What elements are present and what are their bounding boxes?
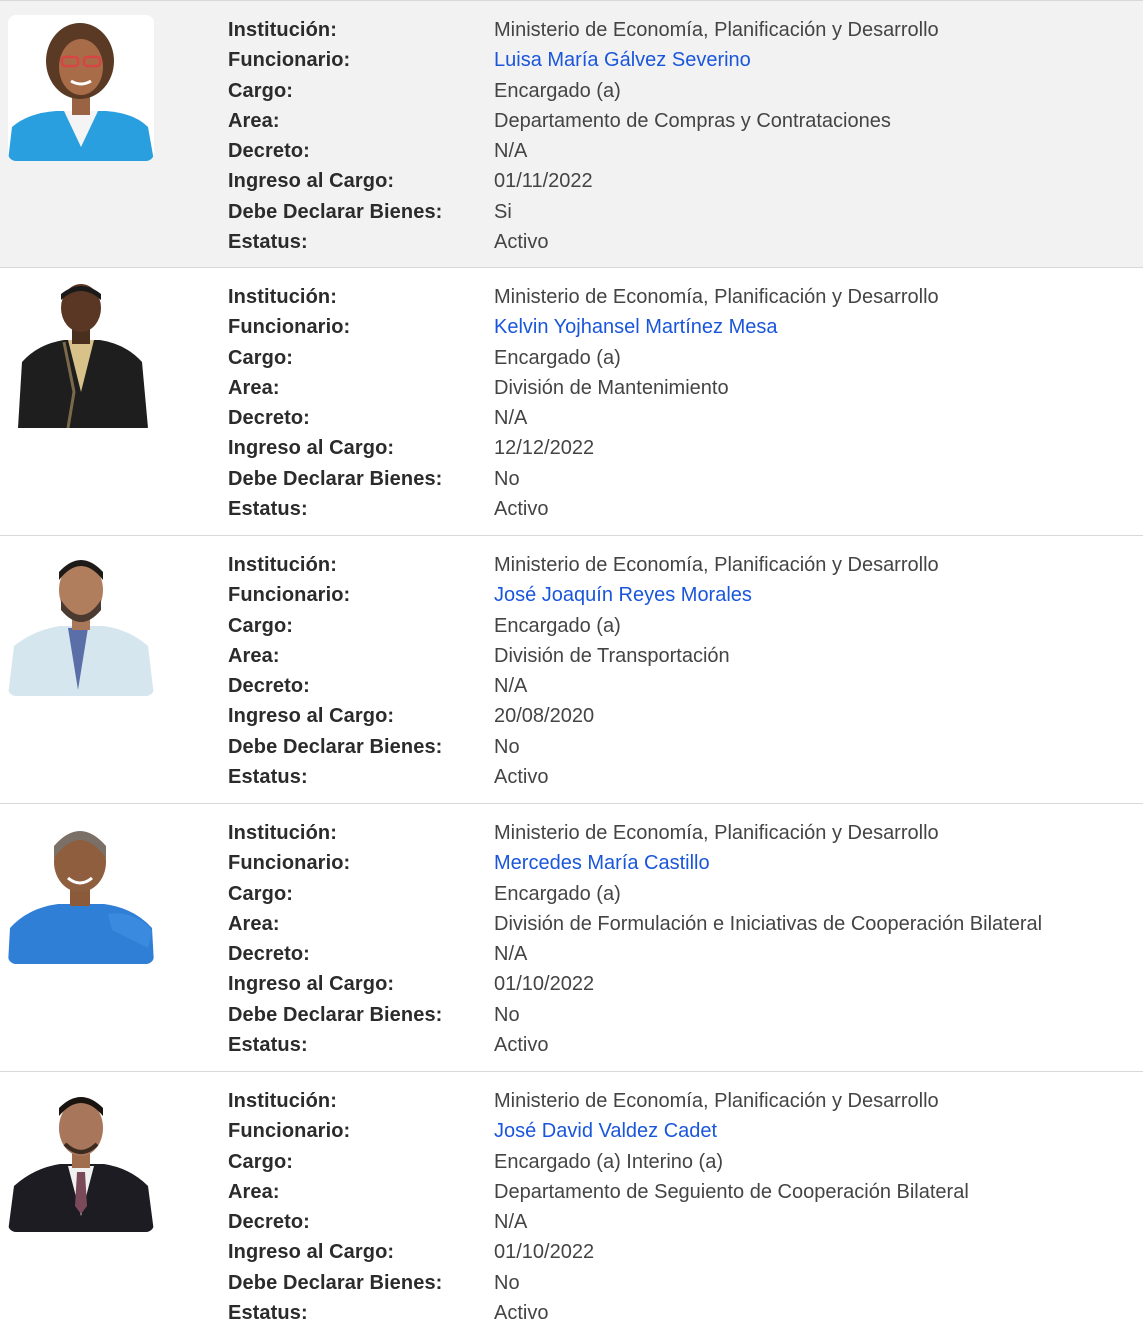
funcionario-link[interactable]: Luisa María Gálvez Severino: [494, 45, 751, 75]
declarar-value: Si: [494, 200, 512, 223]
funcionario-label: Funcionario:: [228, 852, 351, 875]
declarar-label: Debe Declarar Bienes:: [228, 1003, 443, 1026]
ingreso-label: Ingreso al Cargo:: [228, 973, 395, 996]
area-value: División de Mantenimiento: [494, 376, 729, 399]
estatus-value: Activo: [494, 1034, 549, 1057]
official-photo: [8, 15, 154, 161]
official-entry: Institución: Ministerio de Economía, Plan…: [0, 1072, 1143, 1340]
funcionario-label: Funcionario:: [228, 584, 351, 607]
funcionario-link[interactable]: Kelvin Yojhansel Martínez Mesa: [494, 312, 778, 342]
declarar-value: No: [494, 735, 520, 758]
cargo-value: Encargado (a): [494, 614, 621, 637]
cargo-label: Cargo:: [228, 882, 294, 905]
area-label: Area:: [228, 376, 280, 399]
area-value: Departamento de Compras y Contrataciones: [494, 109, 891, 132]
declarar-label: Debe Declarar Bienes:: [228, 467, 443, 490]
area-label: Area:: [228, 912, 280, 935]
funcionario-label: Funcionario:: [228, 49, 351, 72]
institucion-value: Ministerio de Economía, Planificación y …: [494, 19, 939, 41]
area-value: División de Transportación: [494, 644, 730, 667]
area-label: Area:: [228, 644, 280, 667]
ingreso-label: Ingreso al Cargo:: [228, 1241, 395, 1264]
official-entry: Institución: Ministerio de Economía, Plan…: [0, 268, 1143, 536]
area-value: División de Formulación e Iniciativas de…: [494, 912, 1043, 935]
official-photo: [8, 1086, 154, 1232]
official-photo: [8, 550, 154, 696]
institucion-label: Institución:: [228, 19, 337, 41]
ingreso-value: 01/10/2022: [494, 1241, 595, 1264]
estatus-value: Activo: [494, 1302, 549, 1325]
area-value: Departamento de Seguiento de Cooperación…: [494, 1180, 969, 1203]
decreto-label: Decreto:: [228, 675, 310, 698]
funcionario-label: Funcionario:: [228, 316, 351, 339]
estatus-value: Activo: [494, 231, 549, 254]
decreto-value: N/A: [494, 140, 528, 163]
institucion-label: Institución:: [228, 1090, 337, 1112]
institucion-label: Institución:: [228, 822, 337, 844]
estatus-value: Activo: [494, 766, 549, 789]
declarar-value: No: [494, 1003, 520, 1026]
official-entry: Institución: Ministerio de Economía, Plan…: [0, 0, 1143, 268]
ingreso-value: 01/11/2022: [494, 170, 593, 193]
decreto-label: Decreto:: [228, 407, 310, 430]
official-photo: [8, 818, 154, 964]
estatus-label: Estatus:: [228, 766, 308, 789]
institucion-label: Institución:: [228, 286, 337, 308]
decreto-value: N/A: [494, 675, 528, 698]
area-label: Area:: [228, 109, 280, 132]
institucion-value: Ministerio de Economía, Planificación y …: [494, 1090, 939, 1112]
ingreso-value: 20/08/2020: [494, 705, 595, 728]
cargo-value: Encargado (a): [494, 882, 621, 905]
ingreso-label: Ingreso al Cargo:: [228, 170, 395, 193]
cargo-label: Cargo:: [228, 79, 294, 102]
official-entry: Institución: Ministerio de Economía, Plan…: [0, 536, 1143, 804]
decreto-value: N/A: [494, 1211, 528, 1234]
institucion-value: Ministerio de Economía, Planificación y …: [494, 286, 939, 308]
cargo-label: Cargo:: [228, 1150, 294, 1173]
official-entry: Institución: Ministerio de Economía, Plan…: [0, 804, 1143, 1072]
cargo-label: Cargo:: [228, 614, 294, 637]
officials-list: Institución: Ministerio de Economía, Plan…: [0, 0, 1143, 1340]
decreto-label: Decreto:: [228, 943, 310, 966]
institucion-value: Ministerio de Economía, Planificación y …: [494, 822, 939, 844]
ingreso-value: 12/12/2022: [494, 437, 595, 460]
estatus-value: Activo: [494, 498, 549, 521]
cargo-label: Cargo:: [228, 346, 294, 369]
declarar-label: Debe Declarar Bienes:: [228, 1271, 443, 1294]
declarar-value: No: [494, 467, 520, 490]
official-photo: [8, 282, 154, 428]
institucion-value: Ministerio de Economía, Planificación y …: [494, 554, 939, 576]
decreto-value: N/A: [494, 943, 528, 966]
declarar-label: Debe Declarar Bienes:: [228, 200, 443, 223]
decreto-label: Decreto:: [228, 140, 310, 163]
ingreso-value: 01/10/2022: [494, 973, 595, 996]
funcionario-label: Funcionario:: [228, 1120, 351, 1143]
estatus-label: Estatus:: [228, 1302, 308, 1325]
cargo-value: Encargado (a): [494, 346, 621, 369]
funcionario-link[interactable]: Mercedes María Castillo: [494, 848, 710, 878]
decreto-label: Decreto:: [228, 1211, 310, 1234]
decreto-value: N/A: [494, 407, 528, 430]
ingreso-label: Ingreso al Cargo:: [228, 437, 395, 460]
area-label: Area:: [228, 1180, 280, 1203]
estatus-label: Estatus:: [228, 1034, 308, 1057]
institucion-label: Institución:: [228, 554, 337, 576]
declarar-value: No: [494, 1271, 520, 1294]
estatus-label: Estatus:: [228, 231, 308, 254]
ingreso-label: Ingreso al Cargo:: [228, 705, 395, 728]
funcionario-link[interactable]: José Joaquín Reyes Morales: [494, 580, 752, 610]
cargo-value: Encargado (a): [494, 79, 621, 102]
cargo-value: Encargado (a) Interino (a): [494, 1150, 724, 1173]
declarar-label: Debe Declarar Bienes:: [228, 735, 443, 758]
estatus-label: Estatus:: [228, 498, 308, 521]
funcionario-link[interactable]: José David Valdez Cadet: [494, 1116, 717, 1146]
